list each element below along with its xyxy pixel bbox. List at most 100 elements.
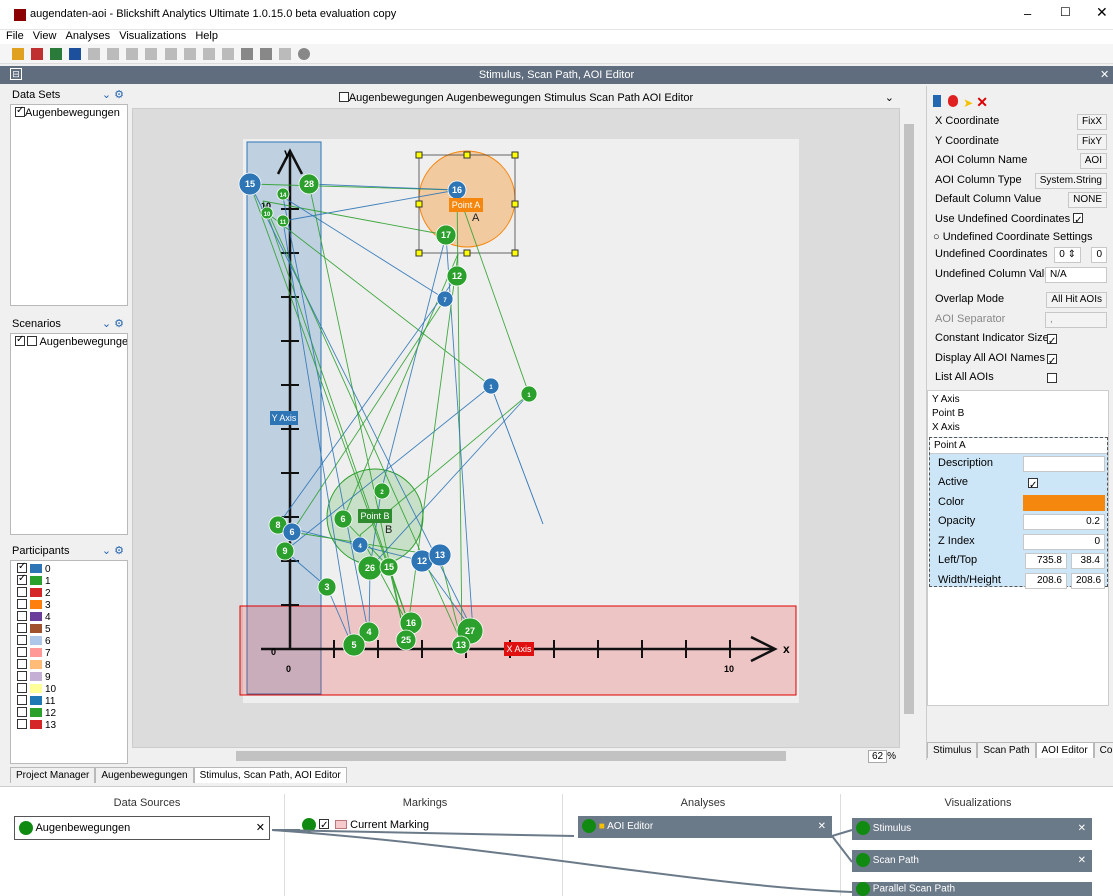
overlap-mode-select[interactable]: All Hit AOIs <box>1046 292 1107 308</box>
participant-item[interactable]: 13 <box>11 719 127 731</box>
filter-icon[interactable] <box>107 48 120 60</box>
display-all-checkbox[interactable] <box>1047 352 1057 371</box>
menu-visualizations[interactable]: Visualizations <box>119 30 186 42</box>
tab-stimulus[interactable]: Stimulus <box>927 742 978 758</box>
participant-checkbox[interactable] <box>17 635 27 645</box>
participant-checkbox[interactable] <box>17 623 27 633</box>
color-picker[interactable] <box>1023 494 1105 511</box>
circle-tool-icon[interactable] <box>948 95 959 107</box>
participant-checkbox[interactable] <box>17 695 27 705</box>
participant-item[interactable]: 7 <box>11 647 127 659</box>
dataset-item[interactable]: Augenbewegungen <box>15 105 123 119</box>
participant-checkbox[interactable] <box>17 647 27 657</box>
left-input[interactable]: 735.8 <box>1025 553 1067 569</box>
viz-hscroll[interactable] <box>132 750 862 762</box>
participant-item[interactable]: 4 <box>11 611 127 623</box>
scenario-item[interactable]: Augenbewegungen <box>15 334 127 348</box>
menu-view[interactable]: View <box>33 30 57 42</box>
participant-item[interactable]: 8 <box>11 659 127 671</box>
resize-handle[interactable] <box>463 249 471 257</box>
scenario-checkbox[interactable] <box>15 334 25 346</box>
participant-item[interactable]: 11 <box>11 695 127 707</box>
viz-select-checkbox[interactable] <box>338 92 349 102</box>
viz-vscroll[interactable] <box>902 86 916 748</box>
participant-checkbox[interactable] <box>17 683 27 693</box>
scan-path-plot[interactable]: yx00 101015 2816171271126869 426 15121331645… <box>133 109 901 749</box>
settings-icon[interactable] <box>297 48 310 60</box>
close-window-button[interactable]: ✕ <box>1096 4 1108 21</box>
participant-item[interactable]: 10 <box>11 683 127 695</box>
scroll-thumb[interactable] <box>904 124 914 714</box>
participant-item[interactable]: 1 <box>11 573 127 587</box>
aoi-separator-input[interactable]: , <box>1045 311 1107 328</box>
timeline-icon[interactable] <box>183 48 196 60</box>
participant-item[interactable]: 2 <box>11 587 127 599</box>
minimize-button[interactable]: – <box>1024 6 1031 21</box>
aoi-list-item[interactable]: X Axis <box>932 421 1104 435</box>
bar-chart-icon[interactable] <box>259 48 272 60</box>
panel-tools-icon[interactable]: ⌄ ⚙ <box>102 315 124 333</box>
undefined-x-input[interactable]: 0 ⇕ <box>1054 247 1081 263</box>
selected-aoi-name[interactable]: Point A <box>930 437 1107 454</box>
analysis-icon[interactable] <box>88 48 101 60</box>
zoom-value[interactable]: 62 <box>868 750 888 763</box>
tab-common[interactable]: Common <box>1093 742 1113 758</box>
resize-handle[interactable] <box>511 249 519 257</box>
resize-handle[interactable] <box>511 200 519 208</box>
property-value[interactable]: FixX <box>1077 114 1107 130</box>
opacity-input[interactable]: 0.2 <box>1023 514 1105 530</box>
participant-checkbox[interactable] <box>17 573 27 585</box>
resize-handle[interactable] <box>463 151 471 159</box>
rectangle-tool-icon[interactable] <box>933 95 941 107</box>
resize-handle[interactable] <box>415 151 423 159</box>
constant-indicator-checkbox[interactable] <box>1047 332 1057 352</box>
viz-dropdown-label[interactable]: Augenbewegungen Augenbewegungen Stimulus… <box>349 92 693 104</box>
property-value[interactable]: System.String <box>1034 172 1107 189</box>
collapse-icon[interactable]: ⊟ <box>10 68 22 80</box>
list-all-checkbox[interactable] <box>1047 373 1057 383</box>
participant-checkbox[interactable] <box>17 599 27 609</box>
maximize-button[interactable]: ☐ <box>1060 5 1071 19</box>
new-project-icon[interactable] <box>12 48 24 60</box>
menu-help[interactable]: Help <box>195 30 218 42</box>
participant-checkbox[interactable] <box>17 671 27 681</box>
aoi-list-item[interactable]: Point B <box>932 407 1104 421</box>
participant-item[interactable]: 0 <box>11 561 127 575</box>
aoi-list-item[interactable]: Y Axis <box>932 393 1104 407</box>
resize-handle[interactable] <box>511 151 519 159</box>
panel-tools-icon[interactable]: ⌄ ⚙ <box>102 86 124 104</box>
property-value[interactable]: FixY <box>1077 133 1107 150</box>
participant-checkbox[interactable] <box>17 587 27 597</box>
zindex-input[interactable]: 0 <box>1023 533 1105 550</box>
heatmap-icon[interactable] <box>278 48 291 60</box>
scenario-subcheckbox[interactable] <box>27 336 37 346</box>
undefined-settings-header[interactable]: ○ Undefined Coordinate Settings <box>927 229 1109 245</box>
table-icon[interactable] <box>221 48 234 60</box>
description-input[interactable] <box>1023 455 1105 472</box>
menu-analyses[interactable]: Analyses <box>66 30 111 42</box>
participant-checkbox[interactable] <box>17 707 27 717</box>
undefined-column-input[interactable]: N/A <box>1045 266 1107 283</box>
use-undefined-checkbox[interactable] <box>1073 211 1084 230</box>
save-icon[interactable] <box>69 48 82 60</box>
scan-path-icon[interactable] <box>202 48 215 60</box>
menu-file[interactable]: File <box>6 30 24 42</box>
viz-canvas[interactable]: y x 0 0 10 10 15 28 16 17 12 7 1 1 2 6 8 6 9 4 26 15 12 13 3 16 4 5… <box>132 108 900 748</box>
participant-item[interactable]: 12 <box>11 707 127 719</box>
participant-checkbox[interactable] <box>17 561 27 573</box>
hscroll-thumb[interactable] <box>236 751 786 761</box>
delete-aoi-icon[interactable]: ✕ <box>976 94 988 110</box>
participant-checkbox[interactable] <box>17 659 27 669</box>
participant-item[interactable]: 3 <box>11 599 127 611</box>
grid-icon[interactable] <box>240 48 253 60</box>
width-input[interactable]: 208.6 <box>1025 572 1067 589</box>
panel-tools-icon[interactable]: ⌄ ⚙ <box>102 542 124 560</box>
chart-icon[interactable] <box>164 48 177 60</box>
active-checkbox[interactable] <box>1028 476 1038 496</box>
dataset-checkbox[interactable] <box>15 105 25 117</box>
top-input[interactable]: 38.4 <box>1071 553 1105 569</box>
open-icon[interactable] <box>31 48 44 60</box>
participant-item[interactable]: 9 <box>11 671 127 683</box>
zoom-control[interactable]: 62% <box>868 750 896 763</box>
tab-stimulus-scanpath-aoi[interactable]: Stimulus, Scan Path, AOI Editor <box>193 767 347 783</box>
